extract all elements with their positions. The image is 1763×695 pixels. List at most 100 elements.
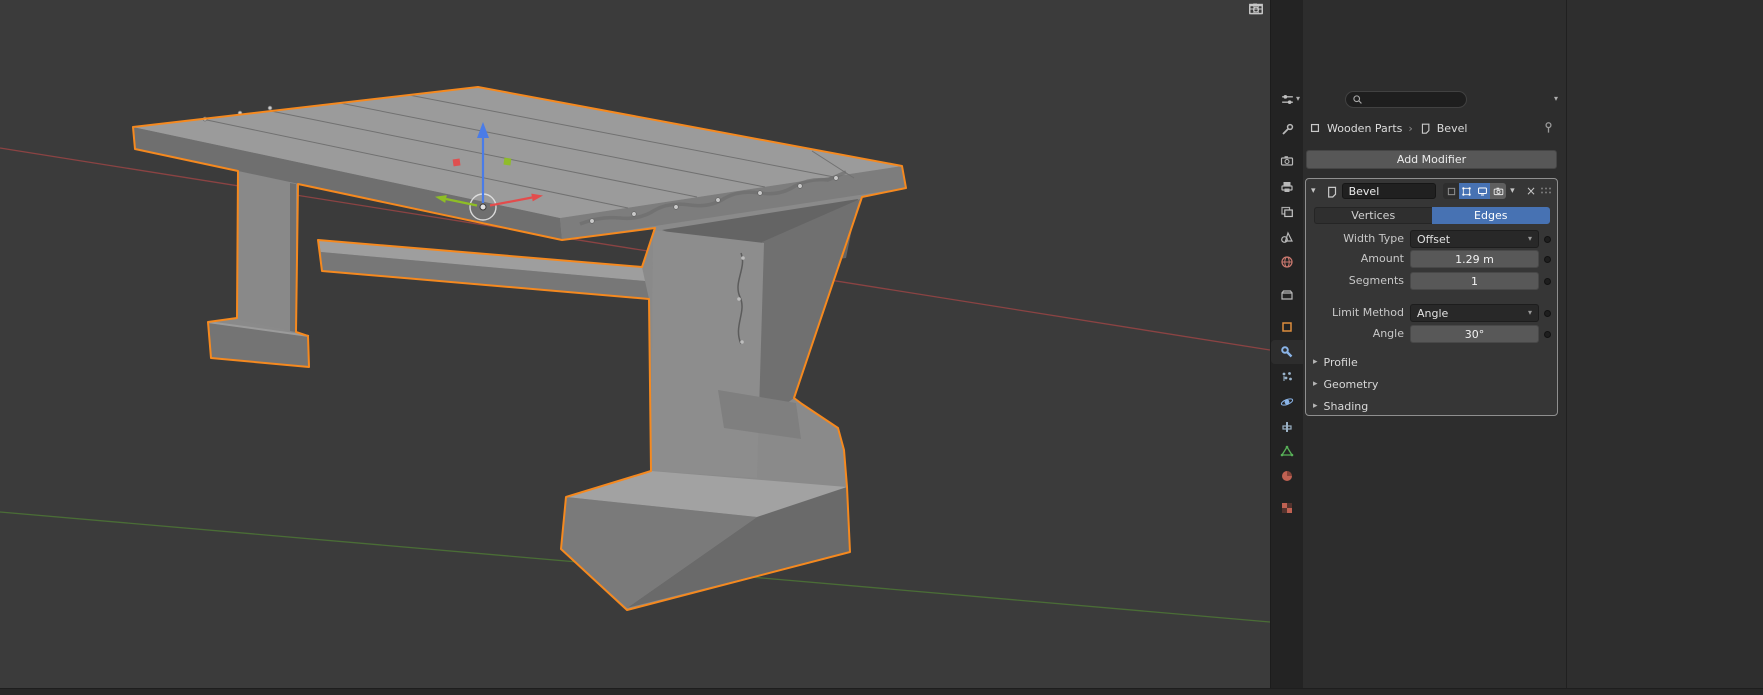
search-input[interactable]: [1367, 92, 1461, 106]
angle-row: Angle 30°: [1306, 325, 1557, 343]
breadcrumb-separator: ›: [1408, 121, 1413, 135]
tab-constraints[interactable]: [1271, 415, 1303, 439]
table-model[interactable]: [132, 86, 907, 611]
amount-field[interactable]: 1.29 m: [1410, 250, 1539, 268]
viewport-3d[interactable]: [0, 0, 1270, 695]
gizmo-y-plane-handle[interactable]: [503, 157, 512, 166]
segments-row: Segments 1: [1306, 272, 1557, 290]
tab-particles[interactable]: [1271, 365, 1303, 389]
right-leg-front-face: [651, 230, 764, 478]
width-type-label: Width Type: [1343, 232, 1404, 245]
tab-view-layer[interactable]: [1271, 200, 1303, 224]
bevel-modifier-icon: [1327, 186, 1336, 198]
render-display-toggle[interactable]: [1490, 183, 1507, 199]
tab-scene[interactable]: [1271, 225, 1303, 249]
status-bar-edge: [0, 688, 1763, 695]
bevel-modifier-icon: [1421, 123, 1430, 134]
breadcrumb-object[interactable]: Wooden Parts: [1327, 122, 1402, 135]
tab-object-data[interactable]: [1271, 439, 1303, 463]
tab-texture[interactable]: [1271, 496, 1303, 520]
tab-physics[interactable]: [1271, 390, 1303, 414]
animate-dot[interactable]: [1544, 256, 1551, 263]
chevron-right-icon: ▸: [1313, 357, 1318, 367]
section-shading-label: Shading: [1323, 399, 1369, 413]
object-icon: [1310, 123, 1320, 133]
header-options-chevron-icon[interactable]: ▾: [1554, 95, 1558, 103]
display-toggles: [1443, 183, 1507, 199]
section-profile-label: Profile: [1323, 355, 1358, 369]
affect-edges-label: Edges: [1474, 209, 1508, 222]
tab-material[interactable]: [1271, 464, 1303, 488]
affect-vertices-button[interactable]: Vertices: [1314, 207, 1432, 224]
add-modifier-button[interactable]: Add Modifier: [1306, 150, 1557, 169]
section-geometry-label: Geometry: [1323, 377, 1379, 391]
segments-field[interactable]: 1: [1410, 272, 1539, 290]
width-type-value: Offset: [1417, 232, 1451, 246]
chevron-right-icon: ▸: [1313, 401, 1318, 411]
delete-modifier-icon[interactable]: ×: [1526, 185, 1536, 197]
left-leg-front: [238, 171, 296, 332]
on-cage-toggle[interactable]: [1443, 183, 1459, 199]
angle-label: Angle: [1372, 327, 1404, 340]
editor-type-dropdown[interactable]: ▾: [1277, 90, 1303, 109]
chevron-down-icon: ▾: [1296, 94, 1301, 103]
tab-output[interactable]: [1271, 175, 1303, 199]
section-profile[interactable]: ▸ Profile: [1313, 353, 1358, 371]
gizmo-x-plane-handle[interactable]: [452, 158, 461, 167]
drag-handle[interactable]: [1540, 186, 1552, 196]
chevron-right-icon: ▸: [1313, 379, 1318, 389]
affect-edges-button[interactable]: Edges: [1431, 207, 1550, 224]
realtime-display-toggle[interactable]: [1474, 183, 1491, 199]
modifier-header: ▾ Bevel ▾ ×: [1311, 182, 1552, 200]
section-geometry[interactable]: ▸ Geometry: [1313, 375, 1378, 393]
blender-window: ▾ ▾ Wooden Parts › Bevel Add Modifier ▾ …: [0, 0, 1763, 695]
tab-tool[interactable]: [1271, 118, 1303, 142]
animate-dot[interactable]: [1544, 278, 1551, 285]
chevron-down-icon: ▾: [1527, 308, 1532, 317]
tab-world[interactable]: [1271, 250, 1303, 274]
search-icon: [1353, 94, 1362, 104]
affect-segmented-control: Vertices Edges: [1314, 207, 1550, 224]
grid-ortho-icon[interactable]: [1248, 3, 1265, 44]
limit-method-label: Limit Method: [1331, 306, 1404, 319]
tab-render[interactable]: [1271, 149, 1303, 173]
segments-label: Segments: [1348, 274, 1404, 287]
bevel-modifier-panel: ▾ Bevel ▾ × Vertices Edges Width Type Of…: [1305, 178, 1558, 416]
limit-method-row: Limit Method Angle ▾: [1306, 304, 1557, 322]
breadcrumb: Wooden Parts › Bevel: [1309, 119, 1467, 137]
amount-label: Amount: [1360, 252, 1404, 265]
left-leg-edge-shade: [290, 183, 296, 332]
pin-icon[interactable]: [1542, 121, 1555, 137]
properties-editor: ▾ ▾ Wooden Parts › Bevel Add Modifier ▾ …: [1270, 0, 1566, 695]
viewport-canvas: [0, 86, 1270, 623]
limit-method-dropdown[interactable]: Angle ▾: [1410, 304, 1539, 322]
angle-value: 30°: [1464, 327, 1485, 341]
animate-dot[interactable]: [1544, 236, 1551, 243]
search-box[interactable]: [1345, 90, 1468, 108]
affect-vertices-label: Vertices: [1351, 209, 1396, 222]
chevron-down-icon: ▾: [1527, 234, 1532, 243]
tab-object[interactable]: [1271, 315, 1303, 339]
edit-mode-toggle[interactable]: [1458, 183, 1475, 199]
viewport-nav: [1248, 1, 1265, 44]
tab-collection[interactable]: [1271, 283, 1303, 307]
section-shading[interactable]: ▸ Shading: [1313, 397, 1368, 415]
amount-value: 1.29 m: [1455, 252, 1494, 266]
segments-value: 1: [1471, 274, 1478, 288]
tab-modifiers[interactable]: [1271, 340, 1303, 364]
breadcrumb-modifier[interactable]: Bevel: [1437, 122, 1468, 135]
properties-header: ▾ ▾: [1271, 86, 1567, 112]
angle-field[interactable]: 30°: [1410, 325, 1539, 343]
modifier-extras-chevron-icon[interactable]: ▾: [1510, 186, 1520, 196]
expand-chevron-icon[interactable]: ▾: [1311, 186, 1321, 196]
modifier-name-field[interactable]: Bevel: [1341, 183, 1437, 199]
width-type-dropdown[interactable]: Offset ▾: [1410, 230, 1539, 248]
width-type-row: Width Type Offset ▾: [1306, 230, 1557, 248]
modifier-name: Bevel: [1348, 184, 1380, 198]
animate-dot[interactable]: [1544, 310, 1551, 317]
animate-dot[interactable]: [1544, 331, 1551, 338]
add-modifier-label: Add Modifier: [1396, 153, 1467, 166]
properties-editor-icon: [1282, 94, 1293, 104]
gizmo-center-dot[interactable]: [479, 203, 487, 211]
amount-row: Amount 1.29 m: [1306, 250, 1557, 268]
